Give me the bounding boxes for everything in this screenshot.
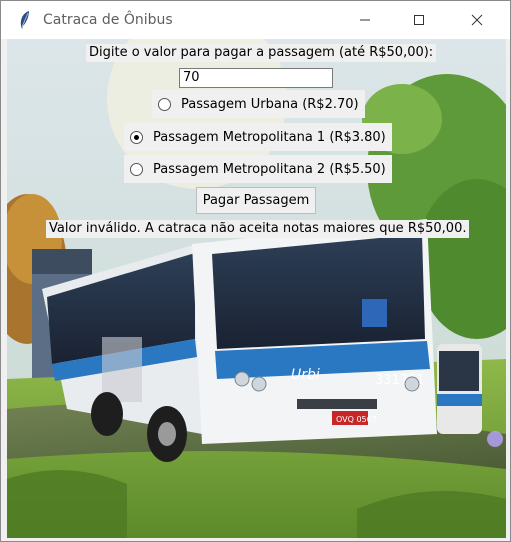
pay-button[interactable]: Pagar Passagem [196,187,316,214]
window-title: Catraca de Ônibus [43,12,173,28]
close-icon [471,14,483,26]
radio-passagem-metropolitana-1[interactable]: Passagem Metropolitana 1 (R$3.80) [124,123,392,151]
status-message: Valor inválido. A catraca não aceita not… [46,220,470,238]
title-bar[interactable]: Catraca de Ônibus [1,1,510,39]
radio-passagem-metropolitana-2[interactable]: Passagem Metropolitana 2 (R$5.50) [124,155,392,183]
radio-indicator [158,97,171,111]
amount-input[interactable]: 70 [179,68,333,88]
radio-label: Passagem Metropolitana 1 (R$3.80) [153,129,386,145]
close-button[interactable] [448,1,506,39]
minimize-icon [360,19,370,21]
radio-indicator-selected [130,130,143,144]
maximize-icon [414,15,424,25]
app-window: Catraca de Ônibus Urbi 331791 OVQ 0567 D… [0,0,511,542]
svg-text:Urbi: Urbi [291,367,320,383]
radio-passagem-urbana[interactable]: Passagem Urbana (R$2.70) [152,90,365,118]
radio-label: Passagem Metropolitana 2 (R$5.50) [153,161,386,177]
maximize-button[interactable] [390,1,448,39]
svg-text:OVQ 0567: OVQ 0567 [336,415,377,424]
amount-prompt-label: Digite o valor para pagar a passagem (at… [86,44,437,62]
minimize-button[interactable] [336,1,394,39]
radio-label: Passagem Urbana (R$2.70) [181,96,359,112]
feather-icon [20,11,29,29]
radio-indicator [130,162,143,176]
